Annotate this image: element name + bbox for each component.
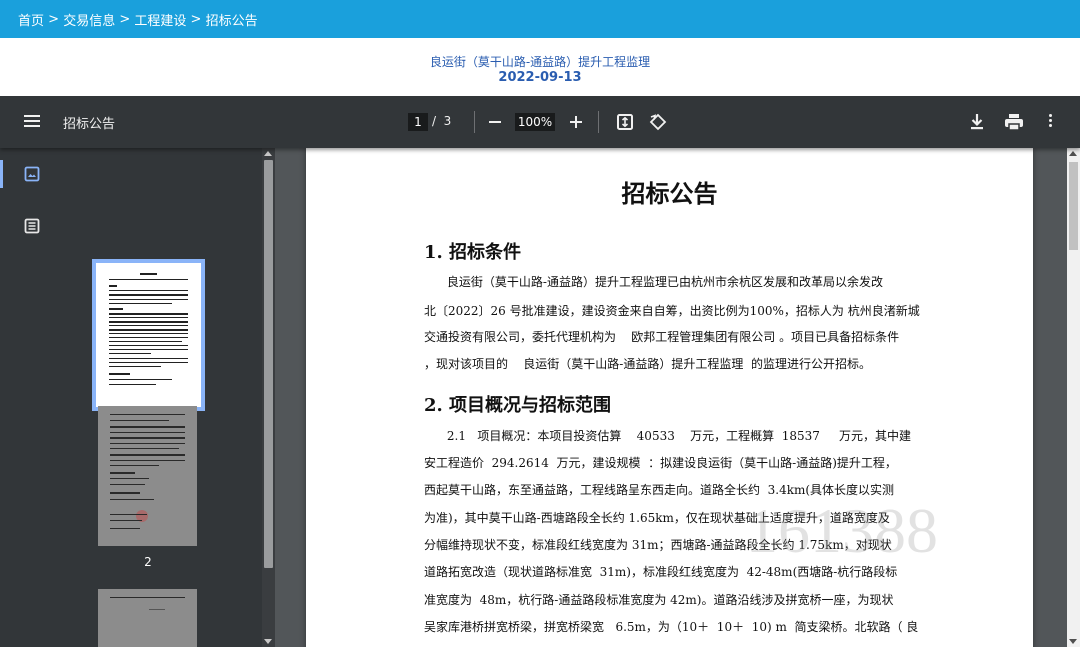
- breadcrumb-separator: >: [115, 11, 135, 27]
- rotate-icon[interactable]: [648, 112, 668, 132]
- thumbnail-number: 2: [144, 555, 152, 569]
- paragraph-line: 北〔2022〕26 号批准建设，建设资金来自自筹，出资比例为100%，招标人为 …: [424, 304, 920, 318]
- thumbnails-icon: [24, 166, 40, 182]
- breadcrumb-separator: >: [186, 11, 206, 27]
- paragraph-line: 吴家库港桥拼宽桥梁，拼宽桥梁宽 6.5m，为（10＋ 10＋ 10) m 简支梁…: [424, 620, 919, 634]
- outline-tab[interactable]: [0, 206, 62, 246]
- pdf-viewer: 招标公告 1 / 3 100% 2 招标公告 1. 招标条件 良运街（莫干山路-…: [0, 96, 1080, 647]
- zoom-in-icon[interactable]: [569, 112, 583, 132]
- document-scrollbar[interactable]: [1067, 148, 1080, 647]
- page-number-input[interactable]: 1: [408, 113, 428, 131]
- page-thumbnail-3[interactable]: 161388: [98, 589, 197, 647]
- menu-icon[interactable]: [22, 112, 42, 132]
- download-icon[interactable]: [968, 112, 986, 132]
- section-heading: 1. 招标条件: [424, 242, 522, 263]
- pdf-page: 招标公告 1. 招标条件 良运街（莫干山路-通益路）提升工程监理已由杭州市余杭区…: [306, 148, 1033, 647]
- page-watermark: 161388: [746, 495, 938, 566]
- fit-page-icon[interactable]: [616, 113, 634, 131]
- paragraph-line: 道路拓宽改造（现状道路标准宽 31m)，标准段红线宽度为 42-48m(西塘路-…: [424, 565, 898, 579]
- notice-title: 良运街（莫干山路-通益路）提升工程监理: [429, 55, 651, 69]
- thumbnails-tab[interactable]: [0, 154, 62, 194]
- breadcrumb-separator: >: [44, 11, 64, 27]
- paragraph-line: 准宽度为 48m，杭行路-通益路段标准宽度为 42m)。道路沿线涉及拼宽桥一座，…: [424, 593, 894, 607]
- zoom-out-icon[interactable]: [488, 112, 502, 132]
- pdf-doc-title: 招标公告: [63, 117, 116, 132]
- breadcrumb-engineering-link[interactable]: 工程建设: [134, 10, 186, 29]
- section-heading: 2. 项目概况与招标范围: [424, 395, 612, 416]
- more-options-icon[interactable]: [1040, 112, 1060, 132]
- breadcrumb: 首页 > 交易信息 > 工程建设 > 招标公告: [0, 0, 1080, 38]
- toolbar-divider: [474, 111, 475, 133]
- pdf-toolbar: 招标公告 1 / 3 100%: [0, 96, 1080, 148]
- paragraph-line: ，现对该项目的 良运街（莫干山路-通益路）提升工程监理 的监理进行公开招标。: [424, 357, 871, 371]
- breadcrumb-trade-link[interactable]: 交易信息: [63, 10, 115, 29]
- paragraph-line: 为准)，其中莫干山路-西塘路段全长约 1.65km，仅在现状基础上适度提升，道路…: [424, 511, 890, 525]
- breadcrumb-home-link[interactable]: 首页: [18, 10, 44, 29]
- zoom-level-input[interactable]: 100%: [515, 113, 555, 131]
- page-total: / 3: [432, 114, 452, 128]
- paragraph-line: 良运街（莫干山路-通益路）提升工程监理已由杭州市余杭区发展和改革局以余发改: [424, 275, 883, 289]
- thumbnail-sidebar: 1 2 161388: [0, 148, 275, 647]
- page-thumbnail-1[interactable]: [92, 259, 205, 411]
- outline-icon: [24, 218, 40, 234]
- notice-date: 2022-09-13: [498, 70, 582, 85]
- paragraph-line: 分幅维持现状不变，标准段红线宽度为 31m；西塘路-通益路段全长约 1.75km…: [424, 538, 892, 552]
- sidebar-scrollbar[interactable]: [262, 148, 275, 647]
- paragraph-line: 西起莫干山路，东至通益路，工程线路呈东西走向。道路全长约 3.4km(具体长度以…: [424, 483, 895, 497]
- notice-header: 良运街（莫干山路-通益路）提升工程监理 2022-09-13: [0, 38, 1080, 96]
- toolbar-divider: [598, 111, 599, 133]
- paragraph-line: 安工程造价 294.2614 万元，建设规模 ：拟建设良运街（莫干山路-通益路)…: [424, 456, 897, 470]
- breadcrumb-current: 招标公告: [205, 13, 258, 29]
- page-thumbnail-2[interactable]: [98, 406, 197, 546]
- document-title: 招标公告: [621, 179, 718, 208]
- paragraph-line: 2.1 项目概况：本项目投资估算 40533 万元，工程概算 18537 万元，…: [424, 429, 911, 443]
- paragraph-line: 交通投资有限公司，委托代理机构为 欧邦工程管理集团有限公司 。项目已具备招标条件: [424, 330, 900, 344]
- print-icon[interactable]: [1004, 113, 1024, 131]
